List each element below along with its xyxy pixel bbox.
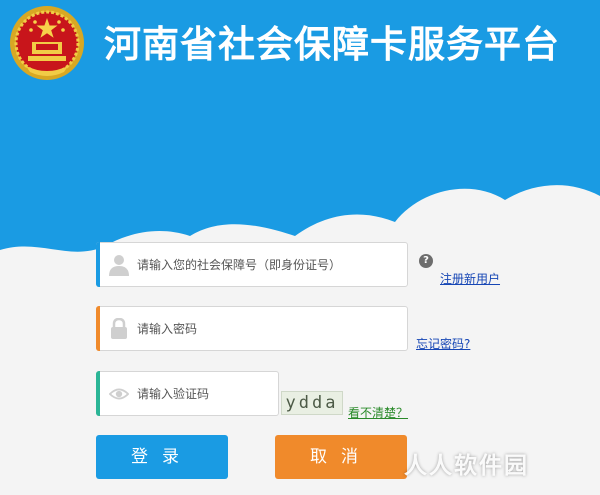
help-icon[interactable]: ?: [419, 254, 433, 268]
lock-icon: [111, 318, 127, 339]
cancel-button[interactable]: 取消: [275, 435, 407, 479]
register-link[interactable]: 注册新用户: [440, 270, 500, 287]
captcha-field[interactable]: [96, 371, 387, 416]
user-icon: [109, 255, 129, 276]
field-accent-bar: [96, 371, 100, 416]
username-field[interactable]: [96, 242, 408, 287]
captcha-image[interactable]: ydda: [281, 391, 343, 415]
field-accent-bar: [96, 242, 100, 287]
eye-icon: [109, 388, 129, 400]
login-button[interactable]: 登录: [96, 435, 228, 479]
national-emblem-icon: [10, 6, 84, 80]
password-input[interactable]: [137, 307, 387, 350]
page-title: 河南省社会保障卡服务平台: [104, 23, 560, 66]
username-input[interactable]: [137, 243, 387, 286]
forgot-password-link[interactable]: 忘记密码?: [416, 335, 470, 352]
password-field[interactable]: [96, 306, 408, 351]
field-accent-bar: [96, 306, 100, 351]
watermark-text: 人人软件园: [404, 453, 529, 479]
refresh-captcha-link[interactable]: 看不清楚？: [348, 404, 408, 421]
